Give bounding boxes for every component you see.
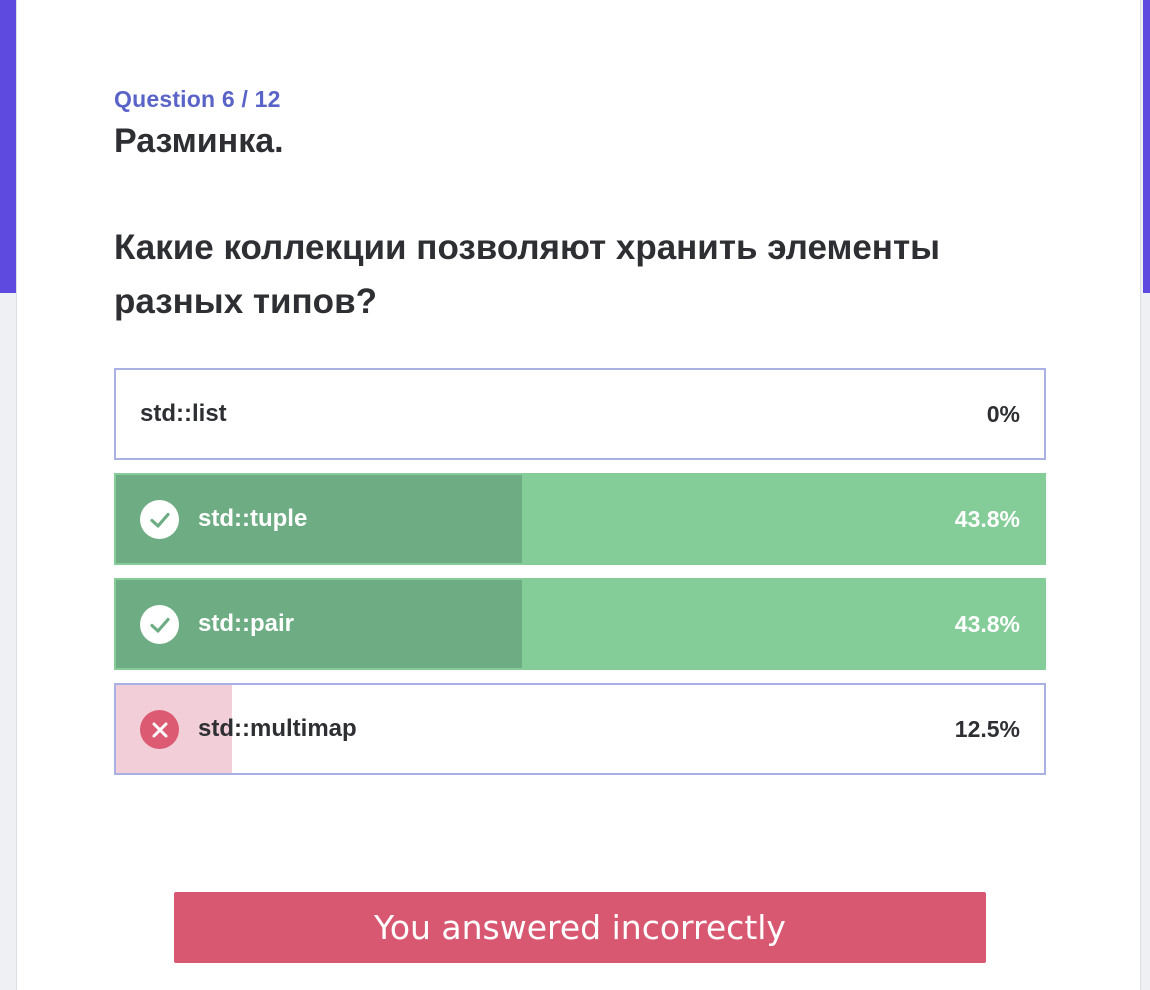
question-text: Какие коллекции позволяют хранить элемен… [114, 228, 940, 321]
answer-label: std::tuple [198, 505, 308, 532]
answer-option-std-multimap[interactable]: std::multimap 12.5% [114, 683, 1046, 775]
question-title: Разминка. [114, 122, 284, 160]
question-card: Question 6 / 12 Разминка. Какие коллекци… [16, 0, 1141, 990]
result-banner: You answered incorrectly [174, 892, 986, 963]
answer-label: std::pair [198, 610, 294, 637]
answer-option-std-pair[interactable]: std::pair 43.8% [114, 578, 1046, 670]
answer-percent: 12.5% [954, 715, 1020, 742]
accent-stripe-right [1143, 0, 1150, 293]
check-circle-icon [140, 605, 179, 644]
accent-stripe-left [0, 0, 16, 293]
answer-percent: 0% [986, 400, 1020, 427]
answer-label: std::list [140, 400, 227, 427]
answer-option-std-list[interactable]: std::list 0% [114, 368, 1046, 460]
answer-percent: 43.8% [954, 610, 1020, 637]
question-counter: Question 6 / 12 [114, 86, 281, 112]
answer-label: std::multimap [198, 715, 357, 742]
answer-percent: 43.8% [954, 505, 1020, 532]
check-circle-icon [140, 500, 179, 539]
x-circle-icon [140, 710, 179, 749]
answer-option-std-tuple[interactable]: std::tuple 43.8% [114, 473, 1046, 565]
